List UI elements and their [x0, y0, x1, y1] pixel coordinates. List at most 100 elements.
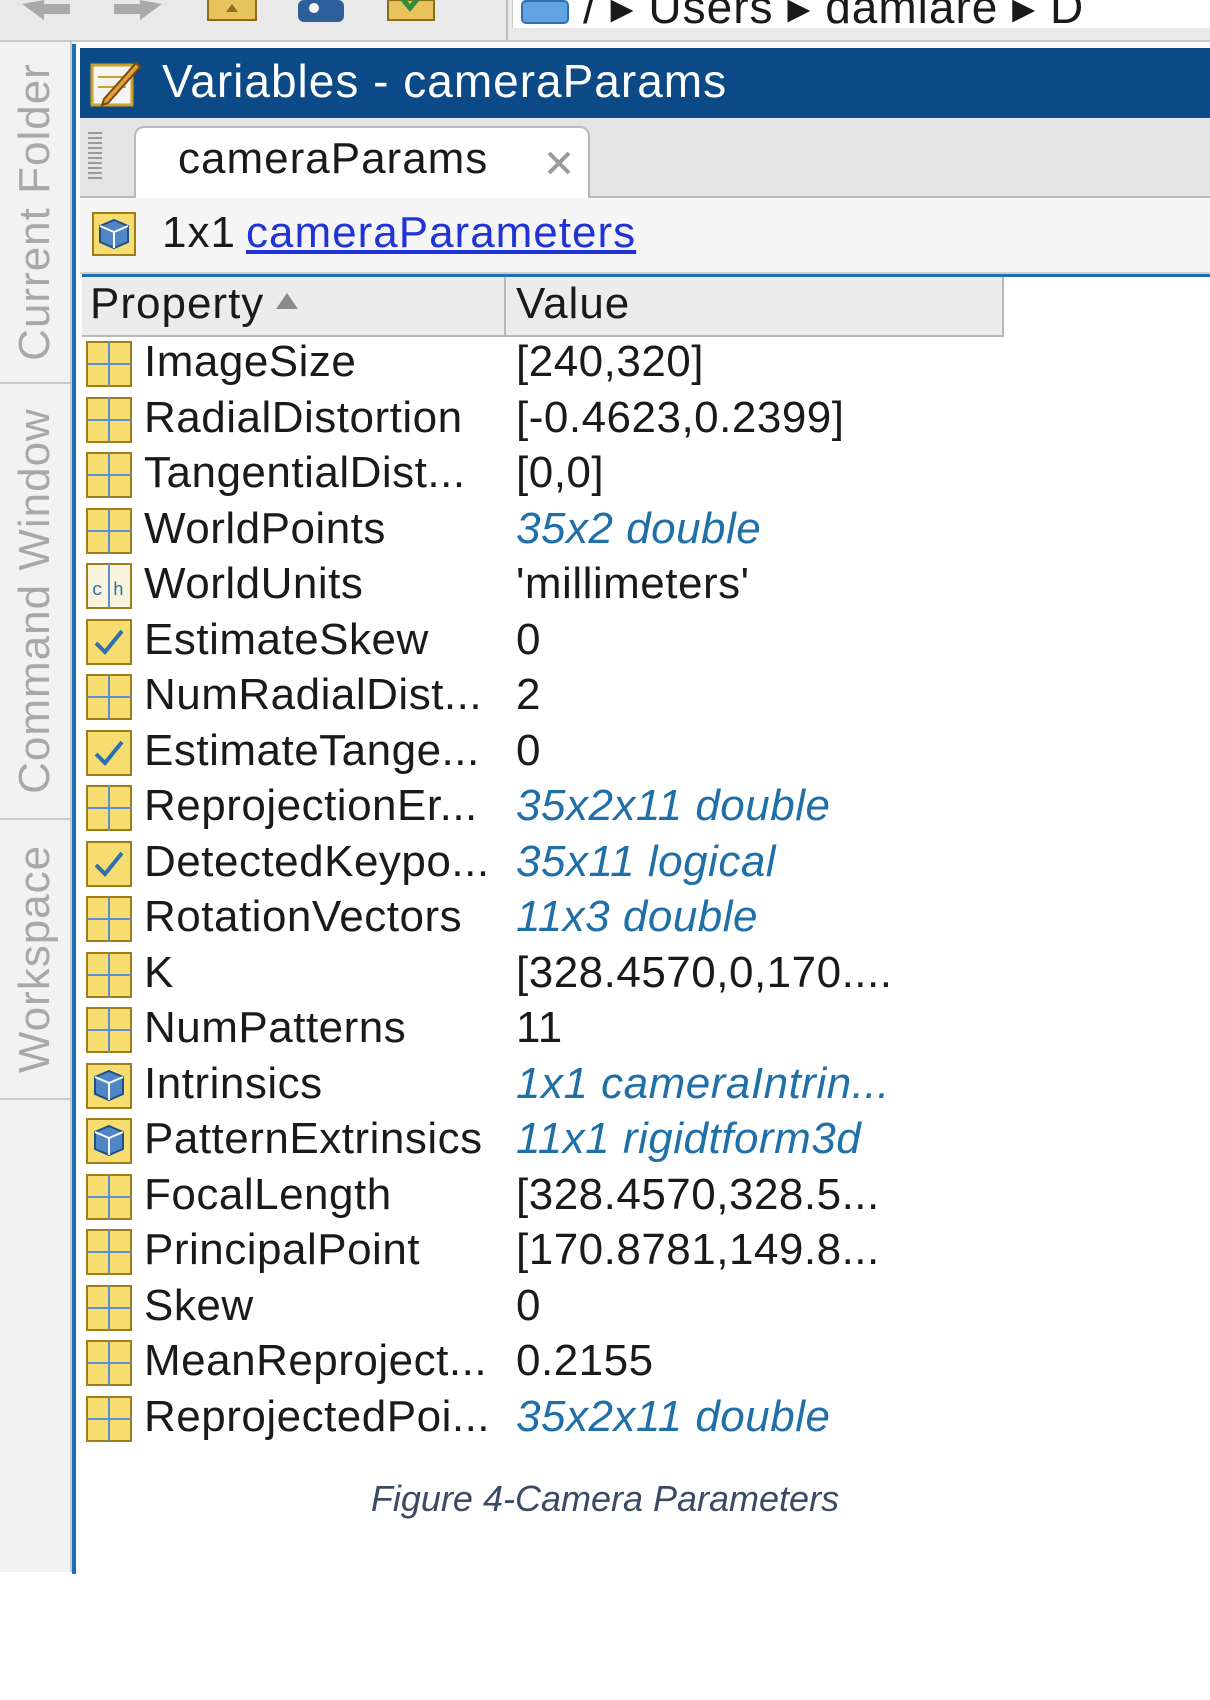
table-row[interactable]: PrincipalPoint [170.8781,149.8... — [82, 1225, 1210, 1281]
property-name: Intrinsics — [144, 1058, 323, 1108]
sort-ascending-icon — [276, 293, 298, 309]
table-rows: ImageSize [240,320] RadialDistortion [-0.46… — [82, 337, 1210, 1447]
property-name: NumPatterns — [144, 1003, 407, 1052]
table-header: Property Value — [82, 277, 1004, 337]
folder-icon — [521, 0, 569, 24]
drag-grip-icon[interactable] — [88, 132, 102, 182]
table-row[interactable]: NumPatterns 11 — [82, 1003, 1210, 1059]
table-row[interactable]: PatternExtrinsics 11x1 rigidtform3d — [82, 1114, 1210, 1170]
tab-command-window[interactable]: Command Window — [0, 384, 70, 820]
dock-sidebar: Current Folder Command Window Workspace — [0, 42, 72, 1572]
property-name: WorldPoints — [144, 503, 386, 553]
column-header-property[interactable]: Property — [90, 279, 264, 329]
tab-current-folder[interactable]: Current Folder — [0, 42, 70, 384]
table-row[interactable]: c h WorldUnits 'millimeters' — [82, 559, 1210, 615]
property-value: 11 — [516, 1003, 563, 1052]
grid-icon — [86, 1007, 132, 1053]
table-row[interactable]: RotationVectors 11x3 double — [82, 892, 1210, 948]
up-folder-icon[interactable] — [206, 0, 258, 24]
tab-workspace[interactable]: Workspace — [0, 820, 70, 1100]
grid-icon — [86, 951, 132, 998]
table-row[interactable]: WorldPoints 35x2 double — [82, 504, 1210, 560]
address-bar[interactable]: / ▸ Users ▸ damiare ▸ D — [512, 0, 1210, 33]
property-name: K — [144, 947, 174, 997]
close-icon[interactable] — [544, 148, 574, 178]
property-value: [170.8781,149.8... — [516, 1225, 880, 1274]
property-value-link[interactable]: 35x2x11 double — [516, 781, 830, 831]
toolbar-separator — [506, 0, 508, 40]
table-row[interactable]: EstimateSkew 0 — [82, 615, 1210, 671]
table-row[interactable]: MeanReproject... 0.2155 — [82, 1336, 1210, 1392]
property-name: Skew — [144, 1280, 254, 1330]
property-value: 0 — [516, 614, 541, 664]
property-table: Property Value ImageSize [240,320] RadialD… — [82, 274, 1210, 1577]
tab-workspace-label: Workspace — [10, 844, 59, 1074]
table-row[interactable]: K [328.4570,0,170.... — [82, 948, 1210, 1004]
logical-icon — [86, 618, 132, 665]
table-row[interactable]: Intrinsics 1x1 cameraIntrin... — [82, 1059, 1210, 1115]
table-row[interactable]: FocalLength [328.4570,328.5... — [82, 1170, 1210, 1226]
column-divider[interactable] — [504, 277, 506, 335]
panel-title-bar[interactable]: Variables - cameraParams — [80, 48, 1210, 118]
table-row[interactable]: ReprojectionEr... 35x2x11 double — [82, 781, 1210, 837]
svg-text:c: c — [92, 581, 103, 601]
table-row[interactable]: DetectedKeypo... 35x11 logical — [82, 837, 1210, 893]
column-header-value[interactable]: Value — [516, 279, 630, 329]
figure-caption: Figure 4-Camera Parameters — [370, 1478, 840, 1519]
variable-info-bar: 1x1 cameraParameters — [80, 198, 1210, 274]
forward-arrow-icon[interactable] — [110, 0, 166, 22]
property-value-link[interactable]: 11x1 rigidtform3d — [516, 1114, 861, 1164]
tab-command-window-label: Command Window — [10, 408, 59, 794]
property-value: [240,320] — [516, 337, 704, 386]
panel-title: Variables - cameraParams — [162, 55, 728, 107]
property-name: MeanReproject... — [144, 1336, 488, 1385]
grid-icon — [86, 674, 132, 720]
property-value: [0,0] — [516, 448, 605, 497]
property-value: [-0.4623,0.2399] — [516, 392, 845, 442]
property-value-link[interactable]: 35x2x11 double — [516, 1392, 830, 1442]
logical-icon — [86, 729, 132, 776]
toolbar: / ▸ Users ▸ damiare ▸ D — [0, 0, 1210, 42]
grid-icon — [86, 507, 132, 554]
browse-folder-icon[interactable] — [294, 0, 348, 24]
logical-icon — [86, 840, 132, 887]
property-value: 0 — [516, 1280, 541, 1330]
property-name: NumRadialDist... — [144, 670, 483, 719]
table-row[interactable]: RadialDistortion [-0.4623,0.2399] — [82, 393, 1210, 449]
open-folder-icon[interactable] — [384, 0, 440, 24]
table-row[interactable]: ReprojectedPoi... 35x2x11 double — [82, 1392, 1210, 1448]
tab-label: cameraParams — [178, 134, 489, 183]
grid-icon — [86, 1229, 132, 1275]
property-name: ReprojectionEr... — [144, 781, 478, 830]
grid-icon — [86, 396, 132, 443]
property-value: [328.4570,328.5... — [516, 1169, 880, 1219]
table-row[interactable]: EstimateTange... 0 — [82, 726, 1210, 782]
grid-icon — [86, 1395, 132, 1442]
property-name: ReprojectedPoi... — [144, 1391, 491, 1441]
back-arrow-icon[interactable] — [18, 0, 74, 22]
object-icon — [86, 1118, 132, 1164]
property-name: FocalLength — [144, 1169, 392, 1219]
table-row[interactable]: NumRadialDist... 2 — [82, 670, 1210, 726]
class-link[interactable]: cameraParameters — [246, 208, 636, 258]
address-path: / ▸ Users ▸ damiare ▸ D — [583, 0, 1085, 33]
table-row[interactable]: ImageSize [240,320] — [82, 337, 1210, 393]
property-name: EstimateSkew — [144, 614, 429, 664]
table-row[interactable]: Skew 0 — [82, 1281, 1210, 1337]
object-icon — [86, 1062, 132, 1109]
property-name: RadialDistortion — [144, 392, 463, 442]
property-value-link[interactable]: 11x3 double — [516, 892, 758, 942]
property-name: EstimateTange... — [144, 725, 480, 775]
property-value: 0 — [516, 725, 541, 775]
property-name: PatternExtrinsics — [144, 1114, 483, 1163]
tab-cameraparams[interactable]: cameraParams — [134, 126, 590, 200]
table-row[interactable]: TangentialDist... [0,0] — [82, 448, 1210, 504]
tab-strip: cameraParams — [80, 118, 1210, 200]
variable-size: 1x1 — [162, 208, 236, 257]
grid-icon — [86, 1173, 132, 1220]
property-name: PrincipalPoint — [144, 1225, 421, 1274]
property-value-link[interactable]: 35x2 double — [516, 504, 761, 554]
property-value-link[interactable]: 1x1 cameraIntrin... — [516, 1059, 890, 1109]
property-value-link[interactable]: 35x11 logical — [516, 837, 776, 887]
char-icon: ch — [86, 563, 132, 609]
